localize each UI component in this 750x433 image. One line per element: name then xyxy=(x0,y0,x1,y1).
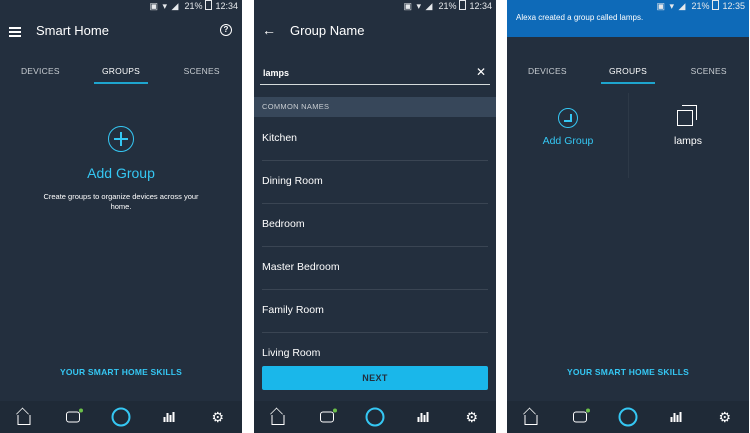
bottom-nav: ⚙ xyxy=(0,401,242,433)
battery-icon xyxy=(205,0,213,10)
nav-settings[interactable]: ⚙ xyxy=(448,401,496,433)
status-bar: ▣ ▾ ◢ 21% 12:34 xyxy=(254,0,496,13)
back-arrow-icon[interactable]: ← xyxy=(262,22,276,38)
groups-created-screen: ▣ ▾ ◢ 21% 12:35 Alexa created a group call… xyxy=(507,0,749,433)
smart-home-groups-screen: ▣ ▾ ◢ 21% 12:34 Smart Home ? DEVICES GROUP… xyxy=(0,0,242,433)
nav-play[interactable] xyxy=(399,401,447,433)
group-name-label: lamps xyxy=(673,135,702,147)
battery-percent: 21% xyxy=(184,1,203,11)
chat-icon xyxy=(572,408,590,423)
toast-message: Alexa created a group called lamps. xyxy=(516,13,644,22)
tab-groups[interactable]: GROUPS xyxy=(588,55,669,85)
tab-bar: DEVICES GROUPS SCENES xyxy=(507,55,749,85)
settings-icon: ⚙ xyxy=(718,409,732,425)
app-bar: Smart Home ? xyxy=(0,13,242,49)
common-names-header: COMMON NAMES xyxy=(254,97,496,117)
nav-settings[interactable]: ⚙ xyxy=(701,401,749,433)
add-group-tile[interactable]: Add Group xyxy=(509,93,627,178)
status-icons: ▣ ▾ ◢ xyxy=(149,1,180,11)
help-icon[interactable]: ? xyxy=(220,24,232,36)
list-item[interactable]: Bedroom xyxy=(262,203,488,247)
nav-home[interactable] xyxy=(507,401,555,433)
status-bar: ▣ ▾ ◢ 21% 12:34 xyxy=(0,0,242,13)
nav-home[interactable] xyxy=(0,401,48,433)
add-group-label: Add Group xyxy=(542,135,594,147)
clock: 12:35 xyxy=(722,1,745,11)
clear-icon[interactable]: ✕ xyxy=(476,65,486,79)
nav-alexa[interactable] xyxy=(97,401,145,433)
add-group-button[interactable]: Add Group xyxy=(0,165,242,181)
next-button[interactable]: NEXT xyxy=(262,366,488,390)
group-name-input[interactable]: lamps ✕ xyxy=(260,60,490,85)
nav-alexa[interactable] xyxy=(604,401,652,433)
list-item[interactable]: Dining Room xyxy=(262,160,488,204)
play-icon xyxy=(163,412,175,422)
list-item[interactable]: Family Room xyxy=(262,289,488,333)
nav-play[interactable] xyxy=(652,401,700,433)
chat-icon xyxy=(65,408,83,423)
group-tile-lamps[interactable]: lamps xyxy=(629,93,747,178)
nav-communicate[interactable] xyxy=(48,401,96,433)
groups-description: Create groups to organize devices across… xyxy=(43,192,199,211)
nav-communicate[interactable] xyxy=(302,401,350,433)
clock: 12:34 xyxy=(215,1,238,11)
toast-banner: ▣ ▾ ◢ 21% 12:35 Alexa created a group call… xyxy=(507,0,749,37)
tab-scenes[interactable]: SCENES xyxy=(161,55,242,85)
smart-home-skills-link[interactable]: YOUR SMART HOME SKILLS xyxy=(507,367,749,377)
page-title: Smart Home xyxy=(36,23,109,38)
status-icons: ▣ ▾ ◢ xyxy=(403,1,434,11)
battery-icon xyxy=(712,0,720,10)
menu-icon[interactable] xyxy=(9,27,21,37)
tab-bar: DEVICES GROUPS SCENES xyxy=(0,55,242,85)
nav-communicate[interactable] xyxy=(555,401,603,433)
battery-percent: 21% xyxy=(438,1,457,11)
tab-scenes[interactable]: SCENES xyxy=(668,55,749,85)
tab-devices[interactable]: DEVICES xyxy=(0,55,81,85)
app-bar: ← Group Name xyxy=(254,13,496,49)
nav-settings[interactable]: ⚙ xyxy=(194,401,242,433)
status-icons: ▣ ▾ ◢ xyxy=(656,1,687,11)
status-bar: ▣ ▾ ◢ 21% 12:35 xyxy=(507,0,749,13)
alexa-icon xyxy=(111,407,131,427)
alexa-icon xyxy=(618,407,638,427)
tab-groups[interactable]: GROUPS xyxy=(81,55,162,85)
chat-icon xyxy=(319,408,337,423)
page-title: Group Name xyxy=(290,23,365,38)
bottom-nav: ⚙ xyxy=(254,401,496,433)
nav-alexa[interactable] xyxy=(351,401,399,433)
bottom-nav: ⚙ xyxy=(507,401,749,433)
group-name-screen: ▣ ▾ ◢ 21% 12:34 ← Group Name lamps ✕ COMMO… xyxy=(254,0,496,433)
play-icon xyxy=(417,412,429,422)
smart-home-skills-link[interactable]: YOUR SMART HOME SKILLS xyxy=(0,367,242,377)
battery-icon xyxy=(459,0,467,10)
group-name-value: lamps xyxy=(263,68,290,78)
nav-play[interactable] xyxy=(145,401,193,433)
nav-home[interactable] xyxy=(254,401,302,433)
home-icon xyxy=(17,415,31,425)
list-item[interactable]: Kitchen xyxy=(262,117,488,161)
settings-icon: ⚙ xyxy=(465,409,479,425)
battery-percent: 21% xyxy=(691,1,710,11)
add-group-plus-icon xyxy=(558,108,578,128)
settings-icon: ⚙ xyxy=(211,409,225,425)
add-group-plus-icon[interactable] xyxy=(108,126,134,152)
home-icon xyxy=(271,415,285,425)
list-item[interactable]: Master Bedroom xyxy=(262,246,488,290)
play-icon xyxy=(670,412,682,422)
home-icon xyxy=(524,415,538,425)
alexa-icon xyxy=(365,407,385,427)
clock: 12:34 xyxy=(469,1,492,11)
group-icon xyxy=(677,105,697,126)
tab-devices[interactable]: DEVICES xyxy=(507,55,588,85)
